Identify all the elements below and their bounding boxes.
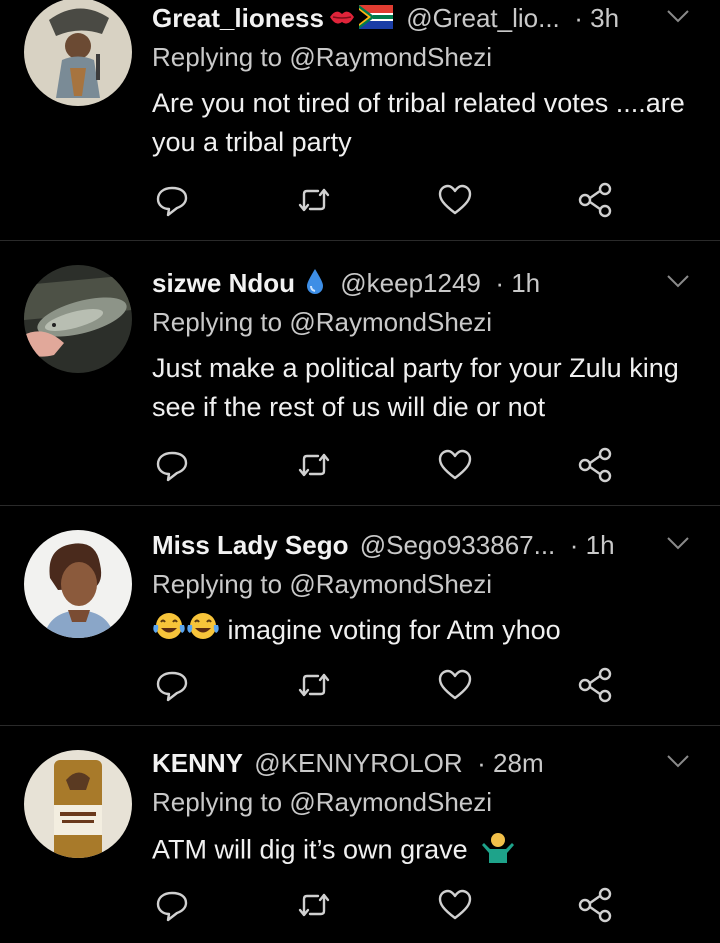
share-button[interactable] xyxy=(576,445,616,485)
retweet-icon xyxy=(298,453,330,477)
separator-dot: · xyxy=(488,268,512,298)
south-africa-flag-emoji xyxy=(358,2,393,38)
tweet-actions xyxy=(152,665,622,705)
like-button[interactable] xyxy=(435,885,475,925)
like-button[interactable] xyxy=(435,665,475,705)
tweet-header: Great_lioness @Great_lio... · 3h xyxy=(152,0,619,36)
chevron-down-icon[interactable] xyxy=(666,8,690,24)
like-icon xyxy=(438,184,472,215)
share-button[interactable] xyxy=(576,180,616,220)
replying-to-label: Replying to xyxy=(152,569,283,599)
tweet-1[interactable]: Great_lioness @Great_lio... · 3h Replyin… xyxy=(0,0,720,240)
avatar[interactable] xyxy=(24,750,132,858)
display-name[interactable]: KENNY xyxy=(152,748,243,778)
retweet-button[interactable] xyxy=(294,885,334,925)
reply-button[interactable] xyxy=(152,885,192,925)
retweet-icon xyxy=(298,893,330,917)
tweet-text: imagine voting for Atm yhoo xyxy=(227,615,561,645)
chevron-down-icon[interactable] xyxy=(666,273,690,289)
tweet-text: Are you not tired of tribal related vote… xyxy=(152,88,685,157)
mention-link[interactable]: @RaymondShezi xyxy=(289,307,492,337)
person-shrugging-emoji xyxy=(481,829,515,874)
tweet-actions xyxy=(152,180,622,220)
reply-button[interactable] xyxy=(152,180,192,220)
timestamp[interactable]: 3h xyxy=(590,3,619,33)
retweet-icon xyxy=(298,673,330,697)
avatar[interactable] xyxy=(24,265,132,373)
share-icon xyxy=(578,447,612,483)
chevron-down-icon[interactable] xyxy=(666,753,690,769)
like-icon xyxy=(438,449,472,480)
kiss-mark-emoji xyxy=(327,2,357,38)
tweet-text-row: ATM will dig it’s own grave xyxy=(152,829,697,874)
reply-icon xyxy=(156,671,188,702)
retweet-button[interactable] xyxy=(294,180,334,220)
replying-to: Replying to @RaymondShezi xyxy=(152,41,492,73)
separator-dot: · xyxy=(567,3,591,33)
divider xyxy=(0,505,720,506)
tweet-actions xyxy=(152,885,622,925)
avatar[interactable] xyxy=(24,530,132,638)
tweet-text-row: imagine voting for Atm yhoo xyxy=(152,611,697,652)
divider xyxy=(0,240,720,241)
mention-link[interactable]: @RaymondShezi xyxy=(289,42,492,72)
user-handle[interactable]: @Great_lio... xyxy=(406,3,560,33)
like-button[interactable] xyxy=(435,180,475,220)
retweet-icon xyxy=(298,188,330,212)
reply-button[interactable] xyxy=(152,445,192,485)
timestamp[interactable]: 1h xyxy=(586,530,615,560)
share-icon xyxy=(578,667,612,703)
share-icon xyxy=(578,887,612,923)
mention-link[interactable]: @RaymondShezi xyxy=(289,787,492,817)
tears-of-joy-emoji xyxy=(186,611,220,652)
like-icon xyxy=(438,889,472,920)
tweet-text: ATM will dig it’s own grave xyxy=(152,834,468,865)
separator-dot: · xyxy=(469,748,494,778)
display-name[interactable]: Miss Lady Sego xyxy=(152,530,349,560)
display-name[interactable]: Great_lioness xyxy=(152,3,324,33)
chevron-down-icon[interactable] xyxy=(666,535,690,551)
tweet-header: KENNY @KENNYROLOR · 28m xyxy=(152,745,544,781)
retweet-button[interactable] xyxy=(294,445,334,485)
tweet-header: Miss Lady Sego @Sego933867... · 1h xyxy=(152,527,615,563)
share-button[interactable] xyxy=(576,885,616,925)
retweet-button[interactable] xyxy=(294,665,334,705)
tweet-2[interactable]: sizwe Ndou @keep1249 · 1h Replying to @R… xyxy=(0,265,720,505)
divider xyxy=(0,725,720,726)
reply-button[interactable] xyxy=(152,665,192,705)
replying-to-label: Replying to xyxy=(152,787,283,817)
tweet-text: Just make a political party for your Zul… xyxy=(152,353,679,422)
tweet-4[interactable]: KENNY @KENNYROLOR · 28m Replying to @Ray… xyxy=(0,745,720,943)
replying-to: Replying to @RaymondShezi xyxy=(152,568,492,600)
mention-link[interactable]: @RaymondShezi xyxy=(289,569,492,599)
share-icon xyxy=(578,182,612,218)
replying-to: Replying to @RaymondShezi xyxy=(152,786,492,818)
reply-icon xyxy=(156,451,188,482)
replying-to: Replying to @RaymondShezi xyxy=(152,306,492,338)
reply-icon xyxy=(156,891,188,922)
replying-to-label: Replying to xyxy=(152,42,283,72)
reply-icon xyxy=(156,186,188,217)
timestamp[interactable]: 1h xyxy=(511,268,540,298)
tears-of-joy-emoji xyxy=(152,611,186,652)
like-icon xyxy=(438,669,472,700)
replying-to-label: Replying to xyxy=(152,307,283,337)
tweet-header: sizwe Ndou @keep1249 · 1h xyxy=(152,265,540,301)
separator-dot: · xyxy=(562,530,586,560)
droplet-emoji xyxy=(305,267,325,304)
user-handle[interactable]: @Sego933867... xyxy=(360,530,556,560)
user-handle[interactable]: @KENNYROLOR xyxy=(254,748,462,778)
timestamp[interactable]: 28m xyxy=(493,748,544,778)
share-button[interactable] xyxy=(576,665,616,705)
like-button[interactable] xyxy=(435,445,475,485)
tweet-actions xyxy=(152,445,622,485)
display-name[interactable]: sizwe Ndou xyxy=(152,268,295,298)
avatar[interactable] xyxy=(24,0,132,106)
user-handle[interactable]: @keep1249 xyxy=(340,268,481,298)
tweet-3[interactable]: Miss Lady Sego @Sego933867... · 1h Reply… xyxy=(0,527,720,725)
